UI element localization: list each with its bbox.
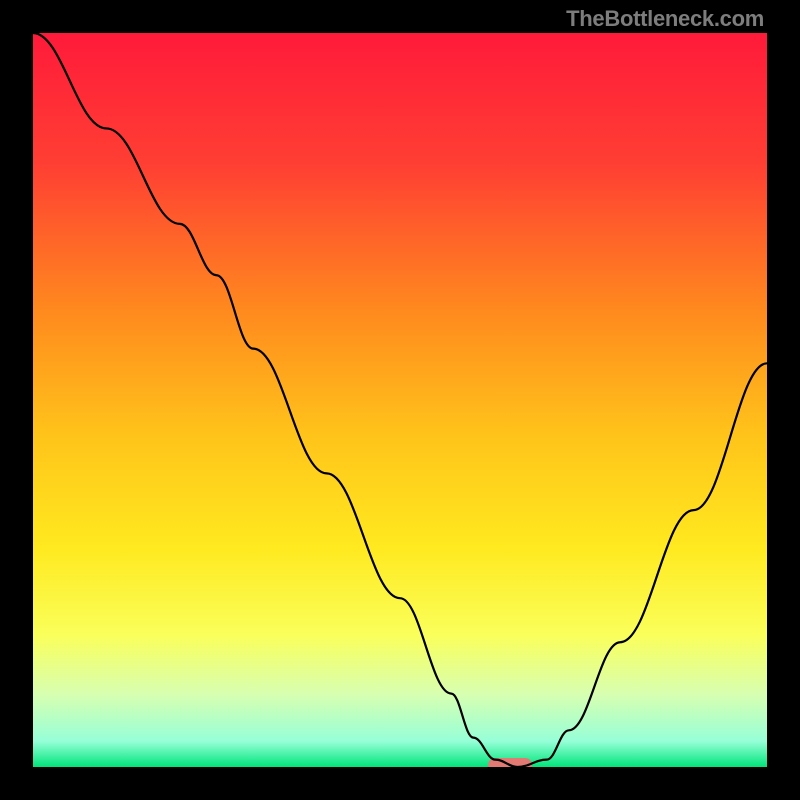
bottleneck-chart [33, 33, 767, 767]
chart-gradient-background [33, 33, 767, 767]
watermark-text: TheBottleneck.com [566, 6, 764, 32]
chart-svg [33, 33, 767, 767]
